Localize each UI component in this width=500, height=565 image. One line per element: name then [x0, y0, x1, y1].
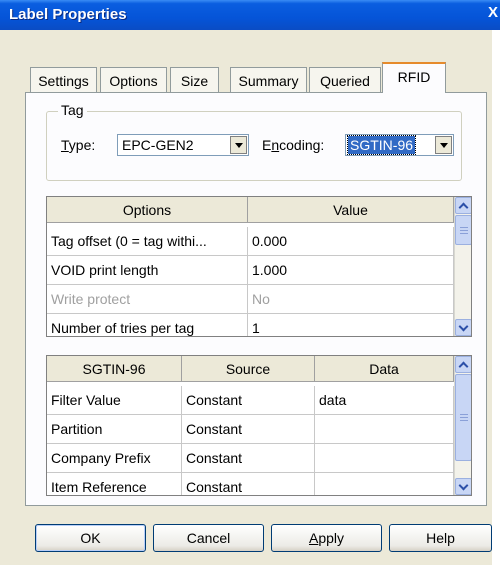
tab-summary[interactable]: Summary	[230, 67, 307, 93]
ok-button[interactable]: OK	[35, 524, 146, 552]
sgtin-field-cell[interactable]: Filter Value	[47, 386, 182, 415]
option-name-cell[interactable]: VOID print length	[47, 256, 248, 285]
tab-settings[interactable]: Settings	[30, 67, 97, 93]
chevron-down-icon	[458, 480, 469, 490]
option-value-cell[interactable]: 1.000	[248, 256, 454, 285]
chevron-down-icon	[458, 321, 469, 331]
source-cell[interactable]: Constant	[182, 444, 315, 473]
label-properties-dialog: Label Properties X Settings Options Size…	[0, 0, 500, 565]
encoding-dropdown-value: SGTIN-96	[346, 135, 417, 155]
scroll-down-button[interactable]	[455, 478, 471, 495]
sgtin-field-cell[interactable]: Item Reference	[47, 473, 182, 495]
scroll-thumb[interactable]	[455, 215, 471, 245]
sgtin-scrollbar[interactable]	[454, 356, 471, 495]
encoding-dropdown[interactable]: SGTIN-96	[345, 134, 454, 156]
scroll-thumb[interactable]	[455, 374, 471, 461]
chevron-up-icon	[458, 361, 469, 371]
scroll-down-button[interactable]	[455, 319, 471, 336]
sgtin-field-cell[interactable]: Partition	[47, 415, 182, 444]
data-cell[interactable]	[315, 473, 454, 495]
scroll-up-button[interactable]	[455, 356, 471, 373]
data-cell[interactable]	[315, 444, 454, 473]
data-column-header[interactable]: Data	[315, 356, 454, 382]
source-cell[interactable]: Constant	[182, 386, 315, 415]
tab-size[interactable]: Size	[170, 67, 219, 93]
data-cell[interactable]: data	[315, 386, 454, 415]
data-cell[interactable]	[315, 415, 454, 444]
sgtin-field-cell[interactable]: Company Prefix	[47, 444, 182, 473]
chevron-down-icon[interactable]	[230, 136, 247, 154]
option-value-cell: No	[248, 285, 454, 314]
chevron-down-icon[interactable]	[435, 136, 452, 154]
apply-button[interactable]: Apply	[271, 524, 382, 552]
source-cell[interactable]: Constant	[182, 473, 315, 495]
option-name-cell[interactable]: Tag offset (0 = tag withi...	[47, 227, 248, 256]
tab-options[interactable]: Options	[100, 67, 167, 93]
dialog-title: Label Properties	[9, 6, 127, 23]
cancel-button[interactable]: Cancel	[153, 524, 264, 552]
option-value-cell[interactable]: 1	[248, 314, 454, 336]
option-name-cell: Write protect	[47, 285, 248, 314]
type-dropdown-value: EPC-GEN2	[122, 137, 194, 153]
option-name-cell[interactable]: Number of tries per tag	[47, 314, 248, 336]
sgtin-column-header[interactable]: SGTIN-96	[47, 356, 182, 382]
title-bar: Label Properties X	[0, 0, 500, 30]
source-column-header[interactable]: Source	[182, 356, 315, 382]
window-edge	[492, 30, 500, 565]
options-column-header[interactable]: Options	[47, 197, 248, 223]
tab-queried[interactable]: Queried	[309, 67, 381, 93]
type-dropdown[interactable]: EPC-GEN2	[117, 134, 249, 156]
options-scrollbar[interactable]	[454, 197, 471, 336]
option-value-cell[interactable]: 0.000	[248, 227, 454, 256]
chevron-up-icon	[458, 202, 469, 212]
source-cell[interactable]: Constant	[182, 415, 315, 444]
encoding-label: Encoding:	[262, 137, 325, 153]
tab-rfid[interactable]: RFID	[382, 62, 446, 93]
sgtin-grid[interactable]: SGTIN-96 Source Data Filter Value Consta…	[46, 355, 472, 496]
options-grid[interactable]: Options Value Tag offset (0 = tag withi.…	[46, 196, 472, 337]
scroll-up-button[interactable]	[455, 197, 471, 214]
close-icon[interactable]: X	[488, 4, 500, 24]
type-label: Type:	[61, 137, 96, 153]
value-column-header[interactable]: Value	[248, 197, 454, 223]
tag-group-legend: Tag	[58, 102, 87, 118]
help-button[interactable]: Help	[389, 524, 492, 552]
